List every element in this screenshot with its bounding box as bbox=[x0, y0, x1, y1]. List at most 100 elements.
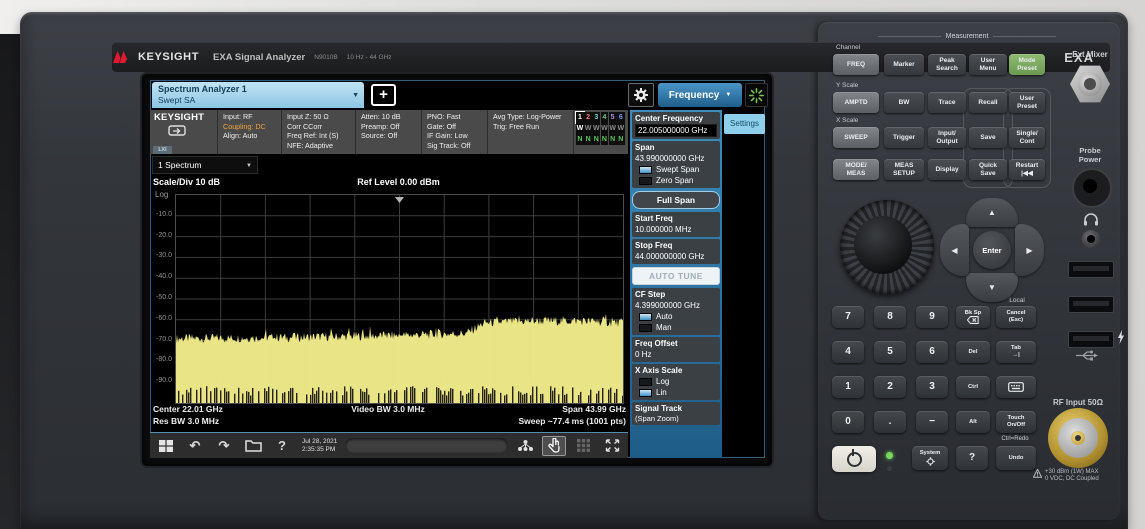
radio-zero-span[interactable]: Zero Span bbox=[635, 175, 717, 186]
button-quick-save[interactable]: Quick Save bbox=[969, 159, 1007, 180]
hardware-help-button[interactable]: ? bbox=[956, 446, 988, 470]
key-bksp[interactable]: Bk Sp bbox=[956, 306, 990, 328]
sequencer-button[interactable] bbox=[513, 436, 537, 456]
button-recall[interactable]: Recall bbox=[969, 92, 1007, 113]
key-9[interactable]: 9 bbox=[916, 306, 948, 328]
button-meas-setup[interactable]: MEAS SETUP bbox=[884, 159, 924, 180]
button-mode-preset[interactable]: Mode Preset bbox=[1009, 54, 1045, 75]
usb-port-1[interactable] bbox=[1068, 261, 1114, 278]
key-7[interactable]: 7 bbox=[832, 306, 864, 328]
power-button[interactable] bbox=[832, 446, 876, 472]
button-sweep[interactable]: SWEEP bbox=[833, 127, 879, 148]
meas-settings-column-3[interactable]: Atten: 10 dBPreamp: OffSource: Off bbox=[356, 110, 422, 154]
key-5[interactable]: 5 bbox=[874, 341, 906, 363]
x-axis-scale-control[interactable]: X Axis Scale Log Lin bbox=[632, 364, 720, 400]
button-marker[interactable]: Marker bbox=[884, 54, 924, 75]
radio-cf-step-man[interactable]: Man bbox=[635, 322, 717, 333]
button-peak-search[interactable]: Peak Search bbox=[928, 54, 966, 75]
marker-number-4[interactable]: 4 bbox=[601, 112, 609, 123]
arrow-up-button[interactable]: ▲ bbox=[966, 198, 1018, 227]
key-del[interactable]: Del bbox=[956, 341, 990, 363]
button-restart[interactable]: Restart |◀◀ bbox=[1009, 159, 1045, 180]
usb-port-3[interactable] bbox=[1068, 331, 1114, 348]
grid-view-button[interactable] bbox=[571, 436, 595, 456]
clock-display[interactable]: Jul 28, 2021 2:35:35 PM bbox=[299, 438, 340, 454]
freq-offset-control[interactable]: Freq Offset 0 Hz bbox=[632, 337, 720, 362]
start-freq-value[interactable]: 10.000000 MHz bbox=[635, 224, 717, 235]
button-single-cont[interactable]: Single/ Cont bbox=[1009, 127, 1045, 148]
rotary-knob[interactable] bbox=[840, 200, 934, 294]
radio-swept-span[interactable]: Swept Span bbox=[635, 164, 717, 175]
meas-settings-column-2[interactable]: Input Z: 50 ΩCorr CCorrFreq Ref: Int (S)… bbox=[282, 110, 356, 154]
center-frequency-control[interactable]: Center Frequency 22.005000000 GHz bbox=[632, 112, 720, 139]
button-user-preset[interactable]: User Preset bbox=[1009, 92, 1045, 113]
button-freq[interactable]: FREQ bbox=[833, 54, 879, 75]
tab-spectrum-analyzer[interactable]: Spectrum Analyzer 1 Swept SA ▼ bbox=[152, 82, 364, 108]
measurement-activity-button[interactable] bbox=[745, 83, 768, 107]
full-span-button[interactable]: Full Span bbox=[632, 191, 720, 209]
help-button[interactable]: ? bbox=[270, 436, 294, 456]
freq-offset-value[interactable]: 0 Hz bbox=[635, 349, 717, 360]
radio-x-axis-log[interactable]: Log bbox=[635, 376, 717, 387]
meas-settings-column-1[interactable]: Input: RFCoupling: DCAlign: Auto bbox=[218, 110, 282, 154]
stop-freq-control[interactable]: Stop Freq 44.000000000 GHz bbox=[632, 239, 720, 264]
button-amptd[interactable]: AMPTD bbox=[833, 92, 879, 113]
meas-settings-column-5[interactable]: Avg Type: Log-PowerTrig: Free Run bbox=[488, 110, 574, 154]
key-8[interactable]: 8 bbox=[874, 306, 906, 328]
system-settings-button[interactable] bbox=[628, 83, 654, 107]
meas-settings-column-4[interactable]: PNO: FastGate: OffIF Gain: LowSig Track:… bbox=[422, 110, 488, 154]
marker-number-1[interactable]: 1 bbox=[576, 112, 584, 123]
key-tab[interactable]: Tab →| bbox=[996, 341, 1036, 363]
button-mode-meas[interactable]: MODE/ MEAS bbox=[833, 159, 879, 180]
key-touch-onoff[interactable]: Touch On/Off bbox=[996, 411, 1036, 433]
key-0[interactable]: 0 bbox=[832, 411, 864, 433]
key-keyboard[interactable] bbox=[996, 376, 1036, 398]
button-save[interactable]: Save bbox=[969, 127, 1007, 148]
marker-number-2[interactable]: 2 bbox=[584, 112, 592, 123]
key-4[interactable]: 4 bbox=[832, 341, 864, 363]
usb-port-2[interactable] bbox=[1068, 296, 1114, 313]
button-trigger[interactable]: Trigger bbox=[884, 127, 924, 148]
marker-number-3[interactable]: 3 bbox=[592, 112, 600, 123]
button-input-output[interactable]: Input/ Output bbox=[928, 127, 966, 148]
touch-mode-button[interactable] bbox=[542, 436, 566, 456]
key-1[interactable]: 1 bbox=[832, 376, 864, 398]
key-minus[interactable]: − bbox=[916, 411, 948, 433]
radio-x-axis-lin[interactable]: Lin bbox=[635, 387, 717, 398]
start-freq-control[interactable]: Start Freq 10.000000 MHz bbox=[632, 212, 720, 237]
radio-cf-step-auto[interactable]: Auto bbox=[635, 311, 717, 322]
span-value[interactable]: 43.990000000 GHz bbox=[635, 153, 717, 164]
key-3[interactable]: 3 bbox=[916, 376, 948, 398]
key-decimal[interactable]: . bbox=[874, 411, 906, 433]
auto-tune-button[interactable]: AUTO TUNE bbox=[632, 267, 720, 285]
button-display[interactable]: Display bbox=[928, 159, 966, 180]
span-control[interactable]: Span 43.990000000 GHz Swept Span Zero Sp… bbox=[632, 141, 720, 188]
windows-start-button[interactable] bbox=[154, 436, 178, 456]
arrow-down-button[interactable]: ▼ bbox=[966, 273, 1018, 302]
button-bw[interactable]: BW bbox=[884, 92, 924, 113]
trace-selector-dropdown[interactable]: 1 Spectrum ▼ bbox=[152, 156, 258, 174]
redo-button[interactable]: ↷ bbox=[212, 436, 236, 456]
key-cancel-esc[interactable]: Cancel (Esc) bbox=[996, 306, 1036, 328]
key-2[interactable]: 2 bbox=[874, 376, 906, 398]
file-explorer-button[interactable] bbox=[241, 436, 265, 456]
enter-button[interactable]: Enter bbox=[973, 231, 1011, 269]
signal-track-control[interactable]: Signal Track (Span Zoom) bbox=[632, 402, 720, 425]
arrow-left-button[interactable]: ◀ bbox=[940, 224, 969, 276]
undo-button[interactable]: ↶ bbox=[183, 436, 207, 456]
key-6[interactable]: 6 bbox=[916, 341, 948, 363]
marker-number-5[interactable]: 5 bbox=[609, 112, 617, 123]
cf-step-control[interactable]: CF Step 4.399000000 GHz Auto Man bbox=[632, 288, 720, 335]
key-alt[interactable]: Alt bbox=[956, 411, 990, 433]
spectrum-graticule[interactable] bbox=[175, 194, 624, 404]
key-ctrl[interactable]: Ctrl bbox=[956, 376, 990, 398]
add-tab-button[interactable]: + bbox=[371, 84, 396, 106]
button-trace[interactable]: Trace bbox=[928, 92, 966, 113]
cf-step-value[interactable]: 4.399000000 GHz bbox=[635, 300, 717, 311]
tab-settings[interactable]: Settings bbox=[724, 114, 765, 134]
fullscreen-button[interactable] bbox=[600, 436, 624, 456]
menu-dropdown-frequency[interactable]: Frequency ▼ bbox=[658, 83, 742, 107]
undo-hardware-button[interactable]: Undo bbox=[996, 446, 1036, 470]
stop-freq-value[interactable]: 44.000000000 GHz bbox=[635, 251, 717, 262]
arrow-right-button[interactable]: ▶ bbox=[1015, 224, 1044, 276]
